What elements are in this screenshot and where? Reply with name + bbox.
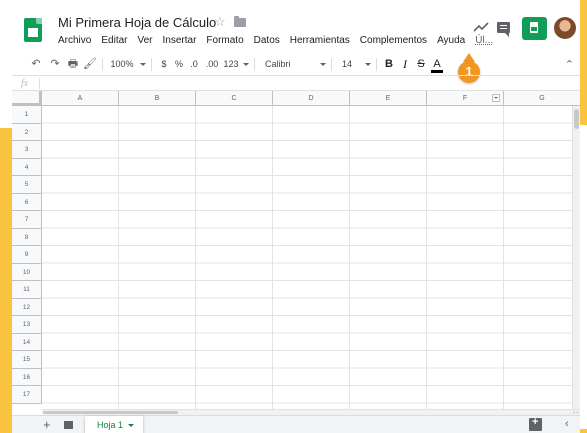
row-header[interactable]: 9: [12, 246, 42, 264]
select-all-corner[interactable]: [12, 91, 42, 106]
print-icon[interactable]: 🖶: [64, 54, 82, 75]
row-header[interactable]: 14: [12, 333, 42, 351]
row-header[interactable]: 6: [12, 193, 42, 211]
explore-button[interactable]: [529, 416, 542, 431]
sheet-tab-label: Hoja 1: [97, 420, 124, 430]
toolbar-separator: [151, 58, 152, 71]
column-header-d[interactable]: D: [273, 91, 350, 106]
column-label: A: [77, 95, 83, 102]
sheet-tab-hoja-1[interactable]: Hoja 1: [85, 416, 143, 433]
menu-insertar[interactable]: Insertar: [158, 34, 202, 48]
row-header[interactable]: 12: [12, 298, 42, 316]
share-button[interactable]: [522, 17, 547, 40]
avatar[interactable]: [554, 17, 576, 39]
font-select[interactable]: Calibri: [259, 54, 327, 75]
sheets-logo-icon[interactable]: [24, 18, 42, 42]
row-header[interactable]: 17: [12, 386, 42, 404]
all-sheets-icon[interactable]: [64, 421, 73, 429]
column-label: F: [462, 95, 468, 102]
fx-icon: fx: [21, 78, 29, 89]
toolbar-separator: [102, 58, 103, 71]
redo-icon[interactable]: ↷: [46, 54, 64, 75]
column-menu-icon[interactable]: [492, 94, 500, 102]
column-header-c[interactable]: C: [196, 91, 273, 106]
row-header[interactable]: 13: [12, 316, 42, 334]
toolbar-separator: [254, 58, 255, 71]
font-size-select[interactable]: 14: [336, 54, 372, 75]
decrease-decimals-button[interactable]: .0: [186, 54, 202, 75]
menu-datos[interactable]: Datos: [249, 34, 285, 48]
add-sheet-icon[interactable]: +: [43, 418, 51, 432]
strikethrough-button[interactable]: S: [413, 54, 429, 75]
column-label: C: [231, 95, 237, 102]
menu-editar[interactable]: Editar: [96, 34, 132, 48]
menu-complementos[interactable]: Complementos: [355, 34, 432, 48]
sheet-tabs-bar: + Hoja 1 ‹: [12, 415, 580, 433]
column-label: G: [539, 95, 545, 102]
menu-formato[interactable]: Formato: [201, 34, 248, 48]
column-headers: A B C D E F G: [42, 91, 580, 106]
row-header[interactable]: 15: [12, 351, 42, 369]
toolbar-separator: [331, 58, 332, 71]
column-header-a[interactable]: A: [42, 91, 119, 106]
side-panel-toggle-icon[interactable]: ‹: [565, 418, 569, 430]
collapse-toolbar-icon[interactable]: ⌃: [565, 58, 574, 71]
row-header[interactable]: 4: [12, 158, 42, 176]
column-header-f[interactable]: F: [427, 91, 504, 106]
row-header[interactable]: 1: [12, 106, 42, 124]
folder-icon[interactable]: [234, 16, 246, 27]
row-headers: 1 2 3 4 5 6 7 8 9 10 11 12 13 14 15 16 1…: [12, 106, 42, 404]
bold-button[interactable]: B: [381, 54, 397, 75]
more-formats-select[interactable]: 123: [222, 54, 250, 75]
toolbar-separator: [376, 58, 377, 71]
undo-icon[interactable]: ↶: [26, 54, 46, 75]
formula-bar-separator: [39, 78, 40, 89]
sheets-window: Mi Primera Hoja de Cálculo ☆ Archivo Edi…: [12, 0, 580, 433]
star-icon[interactable]: ☆: [214, 14, 226, 30]
column-label: E: [385, 95, 391, 102]
zoom-select[interactable]: 100%: [107, 54, 147, 75]
spreadsheet-grid[interactable]: A B C D E F G 1 2 3 4 5 6 7 8 9 10 11 12…: [12, 91, 580, 409]
formula-bar[interactable]: fx: [12, 75, 580, 91]
row-header[interactable]: 16: [12, 368, 42, 386]
horizontal-scroll-thumb[interactable]: [43, 411, 178, 414]
column-header-e[interactable]: E: [350, 91, 427, 106]
decorative-frame-left: [0, 128, 12, 433]
column-header-b[interactable]: B: [119, 91, 196, 106]
row-header[interactable]: 2: [12, 123, 42, 141]
menu-ver[interactable]: Ver: [132, 34, 157, 48]
vertical-scroll-thumb[interactable]: [574, 109, 579, 129]
row-header[interactable]: 11: [12, 281, 42, 299]
decorative-frame-right: [580, 0, 587, 125]
comment-icon[interactable]: [497, 22, 510, 37]
paint-format-icon[interactable]: 🖌: [82, 54, 98, 75]
row-header[interactable]: 7: [12, 211, 42, 229]
menu-herramientas[interactable]: Herramientas: [285, 34, 355, 48]
row-header[interactable]: 5: [12, 176, 42, 194]
app-header: Mi Primera Hoja de Cálculo ☆ Archivo Edi…: [12, 0, 580, 54]
column-label: B: [154, 95, 160, 102]
currency-button[interactable]: $: [156, 54, 172, 75]
column-label: D: [308, 95, 314, 102]
cell-area[interactable]: [42, 106, 580, 409]
menu-archivo[interactable]: Archivo: [53, 34, 96, 48]
sheet-tab-menu-icon[interactable]: [128, 424, 134, 427]
trend-icon[interactable]: [473, 20, 489, 34]
vertical-scrollbar[interactable]: [572, 106, 580, 409]
last-edit-link[interactable]: Úl...: [470, 34, 498, 48]
menu-bar: Archivo Editar Ver Insertar Formato Dato…: [53, 34, 498, 48]
row-header[interactable]: 8: [12, 228, 42, 246]
percent-button[interactable]: %: [172, 54, 186, 75]
row-header[interactable]: 10: [12, 263, 42, 281]
row-header[interactable]: 3: [12, 141, 42, 159]
menu-ayuda[interactable]: Ayuda: [432, 34, 470, 48]
italic-button[interactable]: I: [397, 54, 413, 75]
document-title[interactable]: Mi Primera Hoja de Cálculo: [58, 15, 216, 30]
toolbar: ↶ ↷ 🖶 🖌 100% $ % .0 .00 123 Calibri 14 B…: [12, 54, 580, 75]
column-header-g[interactable]: G: [504, 91, 580, 106]
text-color-button[interactable]: A: [431, 54, 443, 75]
increase-decimals-button[interactable]: .00: [202, 54, 222, 75]
